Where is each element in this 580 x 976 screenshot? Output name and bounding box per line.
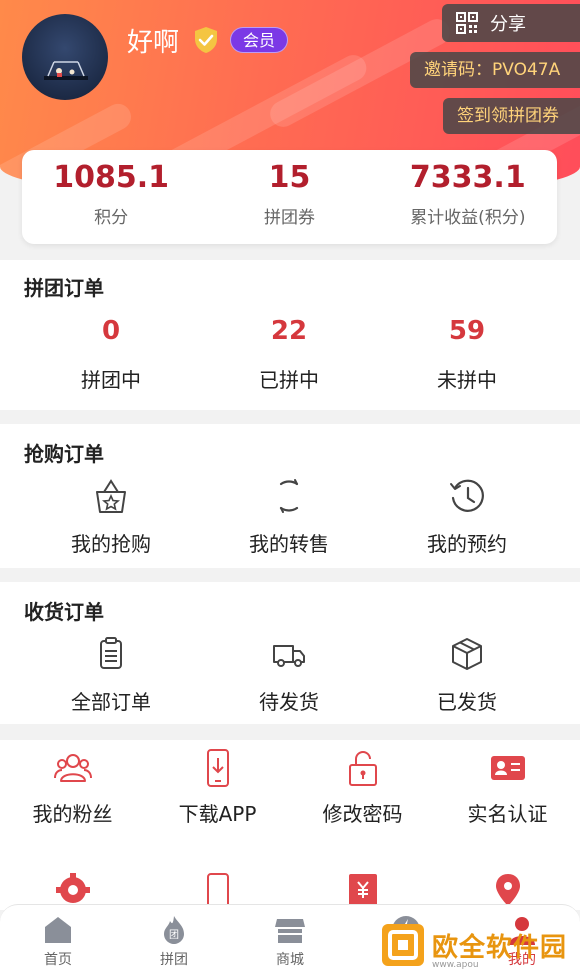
order-label: 我的转售 [249,532,329,556]
stat-value: 7333.1 [409,160,526,195]
home-icon [45,917,71,943]
share-label: 分享 [490,14,526,35]
truck-icon [273,645,305,667]
signin-coupon-button[interactable]: 签到领拼团券 [443,98,580,134]
order-count: 0 [101,316,121,346]
download-app[interactable]: 下载APP [145,748,290,827]
order-label: 已发货 [437,690,497,714]
order-label: 未拼中 [437,368,497,392]
order-label: 我的抢购 [71,532,151,556]
stat-earnings[interactable]: 7333.1 累计收益(积分) [379,150,557,244]
order-label: 已拼中 [259,368,319,392]
stat-coupons[interactable]: 15 拼团券 [200,150,378,244]
qr-code-icon [456,12,478,34]
order-label: 拼团中 [81,368,141,392]
group-order-lost[interactable]: 59 未拼中 [378,316,556,393]
stat-value: 15 [268,160,311,195]
order-count: 59 [448,316,486,346]
stat-value: 1085.1 [53,160,170,195]
watermark: 欧全软件园 www.apou [380,918,576,972]
group-order-won[interactable]: 22 已拼中 [200,316,378,393]
tool-label: 我的粉丝 [32,802,113,826]
watermark-logo-icon [382,924,424,966]
tab-home[interactable]: 首页 [0,905,116,976]
svg-text:团: 团 [169,929,179,941]
watermark-url: www.apou [432,960,479,970]
my-fans[interactable]: 我的粉丝 [0,748,145,827]
download-phone-icon [206,749,229,787]
share-button[interactable]: 分享 [442,4,580,42]
avatar[interactable] [22,14,108,100]
group-order-in-progress[interactable]: 0 拼团中 [22,316,200,393]
tab-store[interactable]: 商城 [232,905,348,976]
stat-label: 拼团券 [263,208,315,228]
stats-card: 1085.1 积分 15 拼团券 7333.1 累计收益(积分) [22,150,557,244]
refresh-icon [279,479,299,513]
tool-label: 实名认证 [467,802,548,826]
stat-label: 积分 [94,208,129,228]
pending-shipment[interactable]: 待发货 [200,636,378,715]
order-count: 22 [270,316,308,346]
real-name-verification[interactable]: 实名认证 [435,748,580,827]
tab-label: 首页 [44,952,72,968]
section-title: 拼团订单 [24,276,104,300]
tools-section: 我的粉丝 下载APP 修改密码 实名认证 [0,740,580,910]
watermark-text: 欧全软件园 [432,932,568,963]
section-title: 抢购订单 [24,442,104,466]
lock-icon [348,751,377,786]
tab-label: 拼团 [160,952,188,968]
change-password[interactable]: 修改密码 [290,748,435,827]
flash-orders-section: 抢购订单 我的抢购 我的转售 我的预约 [0,424,580,568]
shipped[interactable]: 已发货 [378,636,556,715]
invite-code-button[interactable]: 邀请码：PVO47A [410,52,580,88]
username: 好啊 [127,28,180,58]
my-flash-purchase[interactable]: 我的抢购 [22,476,200,557]
tool-label: 修改密码 [322,802,403,826]
delivery-orders-section: 收货订单 全部订单 待发货 已发货 [0,582,580,724]
my-reservation[interactable]: 我的预约 [378,476,556,557]
tool-label: 下载APP [178,802,257,826]
stat-label: 累计收益(积分) [410,208,526,228]
section-title: 收货订单 [24,600,104,624]
verified-shield-icon [195,27,217,53]
tab-label: 商城 [276,952,304,968]
tab-group-buy[interactable]: 团 拼团 [116,905,232,976]
store-icon [275,919,305,943]
my-resale[interactable]: 我的转售 [200,476,378,557]
order-label: 全部订单 [71,690,151,714]
fans-icon [53,754,92,782]
history-clock-icon [450,479,484,512]
package-icon [452,638,482,670]
member-badge: 会员 [230,27,289,53]
shopping-bag-star-icon [96,479,126,513]
all-orders[interactable]: 全部订单 [22,636,200,715]
clipboard-icon [100,637,122,669]
flame-icon: 团 [164,916,184,944]
order-label: 我的预约 [427,532,507,556]
id-card-icon [490,756,525,780]
stat-points[interactable]: 1085.1 积分 [22,150,200,244]
order-label: 待发货 [259,690,319,714]
group-orders-section: 拼团订单 0 拼团中 22 已拼中 59 未拼中 [0,260,580,410]
